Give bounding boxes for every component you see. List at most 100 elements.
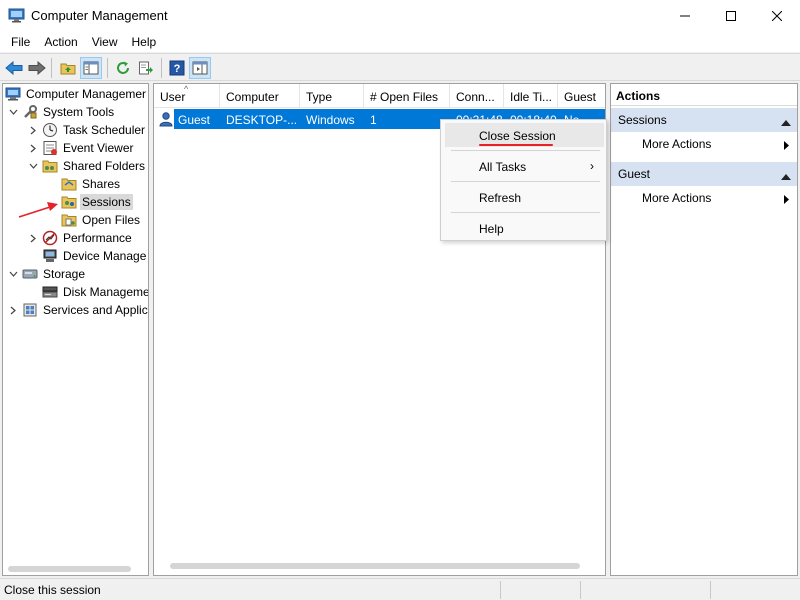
tree-item-services-and-applications[interactable]: Services and Applic [8,301,148,319]
up-one-level-button[interactable] [57,57,79,79]
tree-item-storage[interactable]: Storage [8,265,87,283]
tree-item-open-files[interactable]: Open Files [61,211,142,229]
export-icon [139,61,153,75]
action-more-actions-guest[interactable]: More Actions [611,187,797,209]
tree-label: Event Viewer [63,141,134,155]
action-label: More Actions [642,137,712,151]
console-tree[interactable]: Computer Managemer System Tools Task Sch… [2,83,149,576]
task-scheduler-icon [42,122,58,138]
action-group-label: Sessions [618,113,667,127]
action-group-sessions[interactable]: Sessions [611,108,797,132]
chevron-down-icon[interactable] [28,157,38,175]
action-more-actions-sessions[interactable]: More Actions [611,133,797,155]
help-button[interactable]: ? [166,57,188,79]
chevron-down-icon[interactable] [8,103,18,121]
status-separator [500,581,501,599]
tree-item-shares[interactable]: Shares [61,175,122,193]
column-header-computer[interactable]: Computer [220,84,300,108]
computer-management-icon [8,8,25,23]
chevron-right-icon[interactable] [28,121,38,139]
column-header-user[interactable]: User ^ [154,84,220,108]
status-separator [580,581,581,599]
column-header-connected-time[interactable]: Conn... [450,84,504,108]
maximize-button[interactable] [708,0,754,32]
shares-icon [61,176,77,192]
actions-title: Actions [611,84,797,106]
tree-label: Device Manage [63,249,147,263]
menu-view[interactable]: View [85,32,125,52]
back-button[interactable] [3,57,25,79]
column-header-guest[interactable]: Guest [558,84,605,108]
tree-item-event-viewer[interactable]: Event Viewer [28,139,135,157]
folder-up-icon [60,63,76,75]
tree-label: Shares [82,177,121,191]
menu-item-all-tasks[interactable]: All Tasks › [445,154,604,178]
forward-arrow-icon [28,61,46,75]
chevron-right-icon[interactable] [8,301,18,319]
tree-label: Disk Manageme [63,285,149,299]
toolbar: ? [0,53,800,81]
menu-item-refresh[interactable]: Refresh [445,185,604,209]
disk-management-icon [42,284,58,300]
tree-item-computer-management[interactable]: Computer Managemer [5,85,148,103]
action-group-label: Guest [618,167,651,181]
chevron-right-icon[interactable] [28,139,38,157]
list-horizontal-scrollbar[interactable] [170,563,580,569]
device-manager-icon [42,248,58,264]
chevron-right-icon[interactable] [28,229,38,247]
tree-item-system-tools[interactable]: System Tools [8,103,116,121]
system-tools-icon [22,104,38,120]
menu-bar: File Action View Help [0,32,800,52]
forward-button[interactable] [26,57,48,79]
tree-item-disk-management[interactable]: Disk Manageme [42,283,149,301]
column-header-idle-time[interactable]: Idle Ti... [504,84,558,108]
tree-horizontal-scrollbar[interactable] [8,566,131,572]
menu-item-help[interactable]: Help [445,216,604,240]
sort-ascending-icon: ^ [184,84,189,94]
collapse-up-icon[interactable] [781,169,791,183]
minimize-button[interactable] [662,0,708,32]
export-list-button[interactable] [135,57,157,79]
toolbar-separator [51,58,52,78]
chevron-down-icon[interactable] [8,265,18,283]
collapse-up-icon[interactable] [781,115,791,129]
tree-label: System Tools [43,105,115,119]
tree-item-task-scheduler[interactable]: Task Scheduler [28,121,147,139]
column-label: Conn... [456,90,495,104]
svg-text:?: ? [174,63,181,75]
open-files-icon [61,212,77,228]
menu-help[interactable]: Help [125,32,164,52]
tree-label: Open Files [82,213,141,227]
storage-icon [22,266,38,282]
column-label: Computer [226,90,279,104]
action-group-guest[interactable]: Guest [611,162,797,186]
tree-item-performance[interactable]: Performance [28,229,134,247]
show-hide-action-pane-button[interactable] [189,57,211,79]
column-header-open-files[interactable]: # Open Files [364,84,450,108]
close-button[interactable] [754,0,800,32]
actions-pane: Actions Sessions More Actions Guest More… [610,83,798,576]
tree-label: Performance [63,231,132,245]
tree-item-sessions[interactable]: Sessions [61,193,133,211]
list-header: User ^ Computer Type # Open Files Conn..… [154,84,605,108]
shared-folders-icon [42,158,58,174]
status-bar: Close this session [0,578,800,600]
column-header-type[interactable]: Type [300,84,364,108]
show-hide-console-tree-button[interactable] [80,57,102,79]
menu-file[interactable]: File [0,32,37,52]
refresh-button[interactable] [112,57,134,79]
tree-item-shared-folders[interactable]: Shared Folders [28,157,147,175]
console-tree-icon [83,61,99,75]
tree-label: Storage [43,267,86,281]
annotation-underline [479,144,553,146]
column-label: Type [306,90,333,104]
cell-user: Guest [178,113,211,127]
status-separator [710,581,711,599]
menu-action[interactable]: Action [37,32,84,52]
tree-item-device-manager[interactable]: Device Manage [42,247,148,265]
event-viewer-icon [42,140,58,156]
column-label: User [160,90,186,104]
title-bar: Computer Management [0,0,800,32]
submenu-arrow-icon [784,139,789,153]
menu-separator [451,212,600,213]
